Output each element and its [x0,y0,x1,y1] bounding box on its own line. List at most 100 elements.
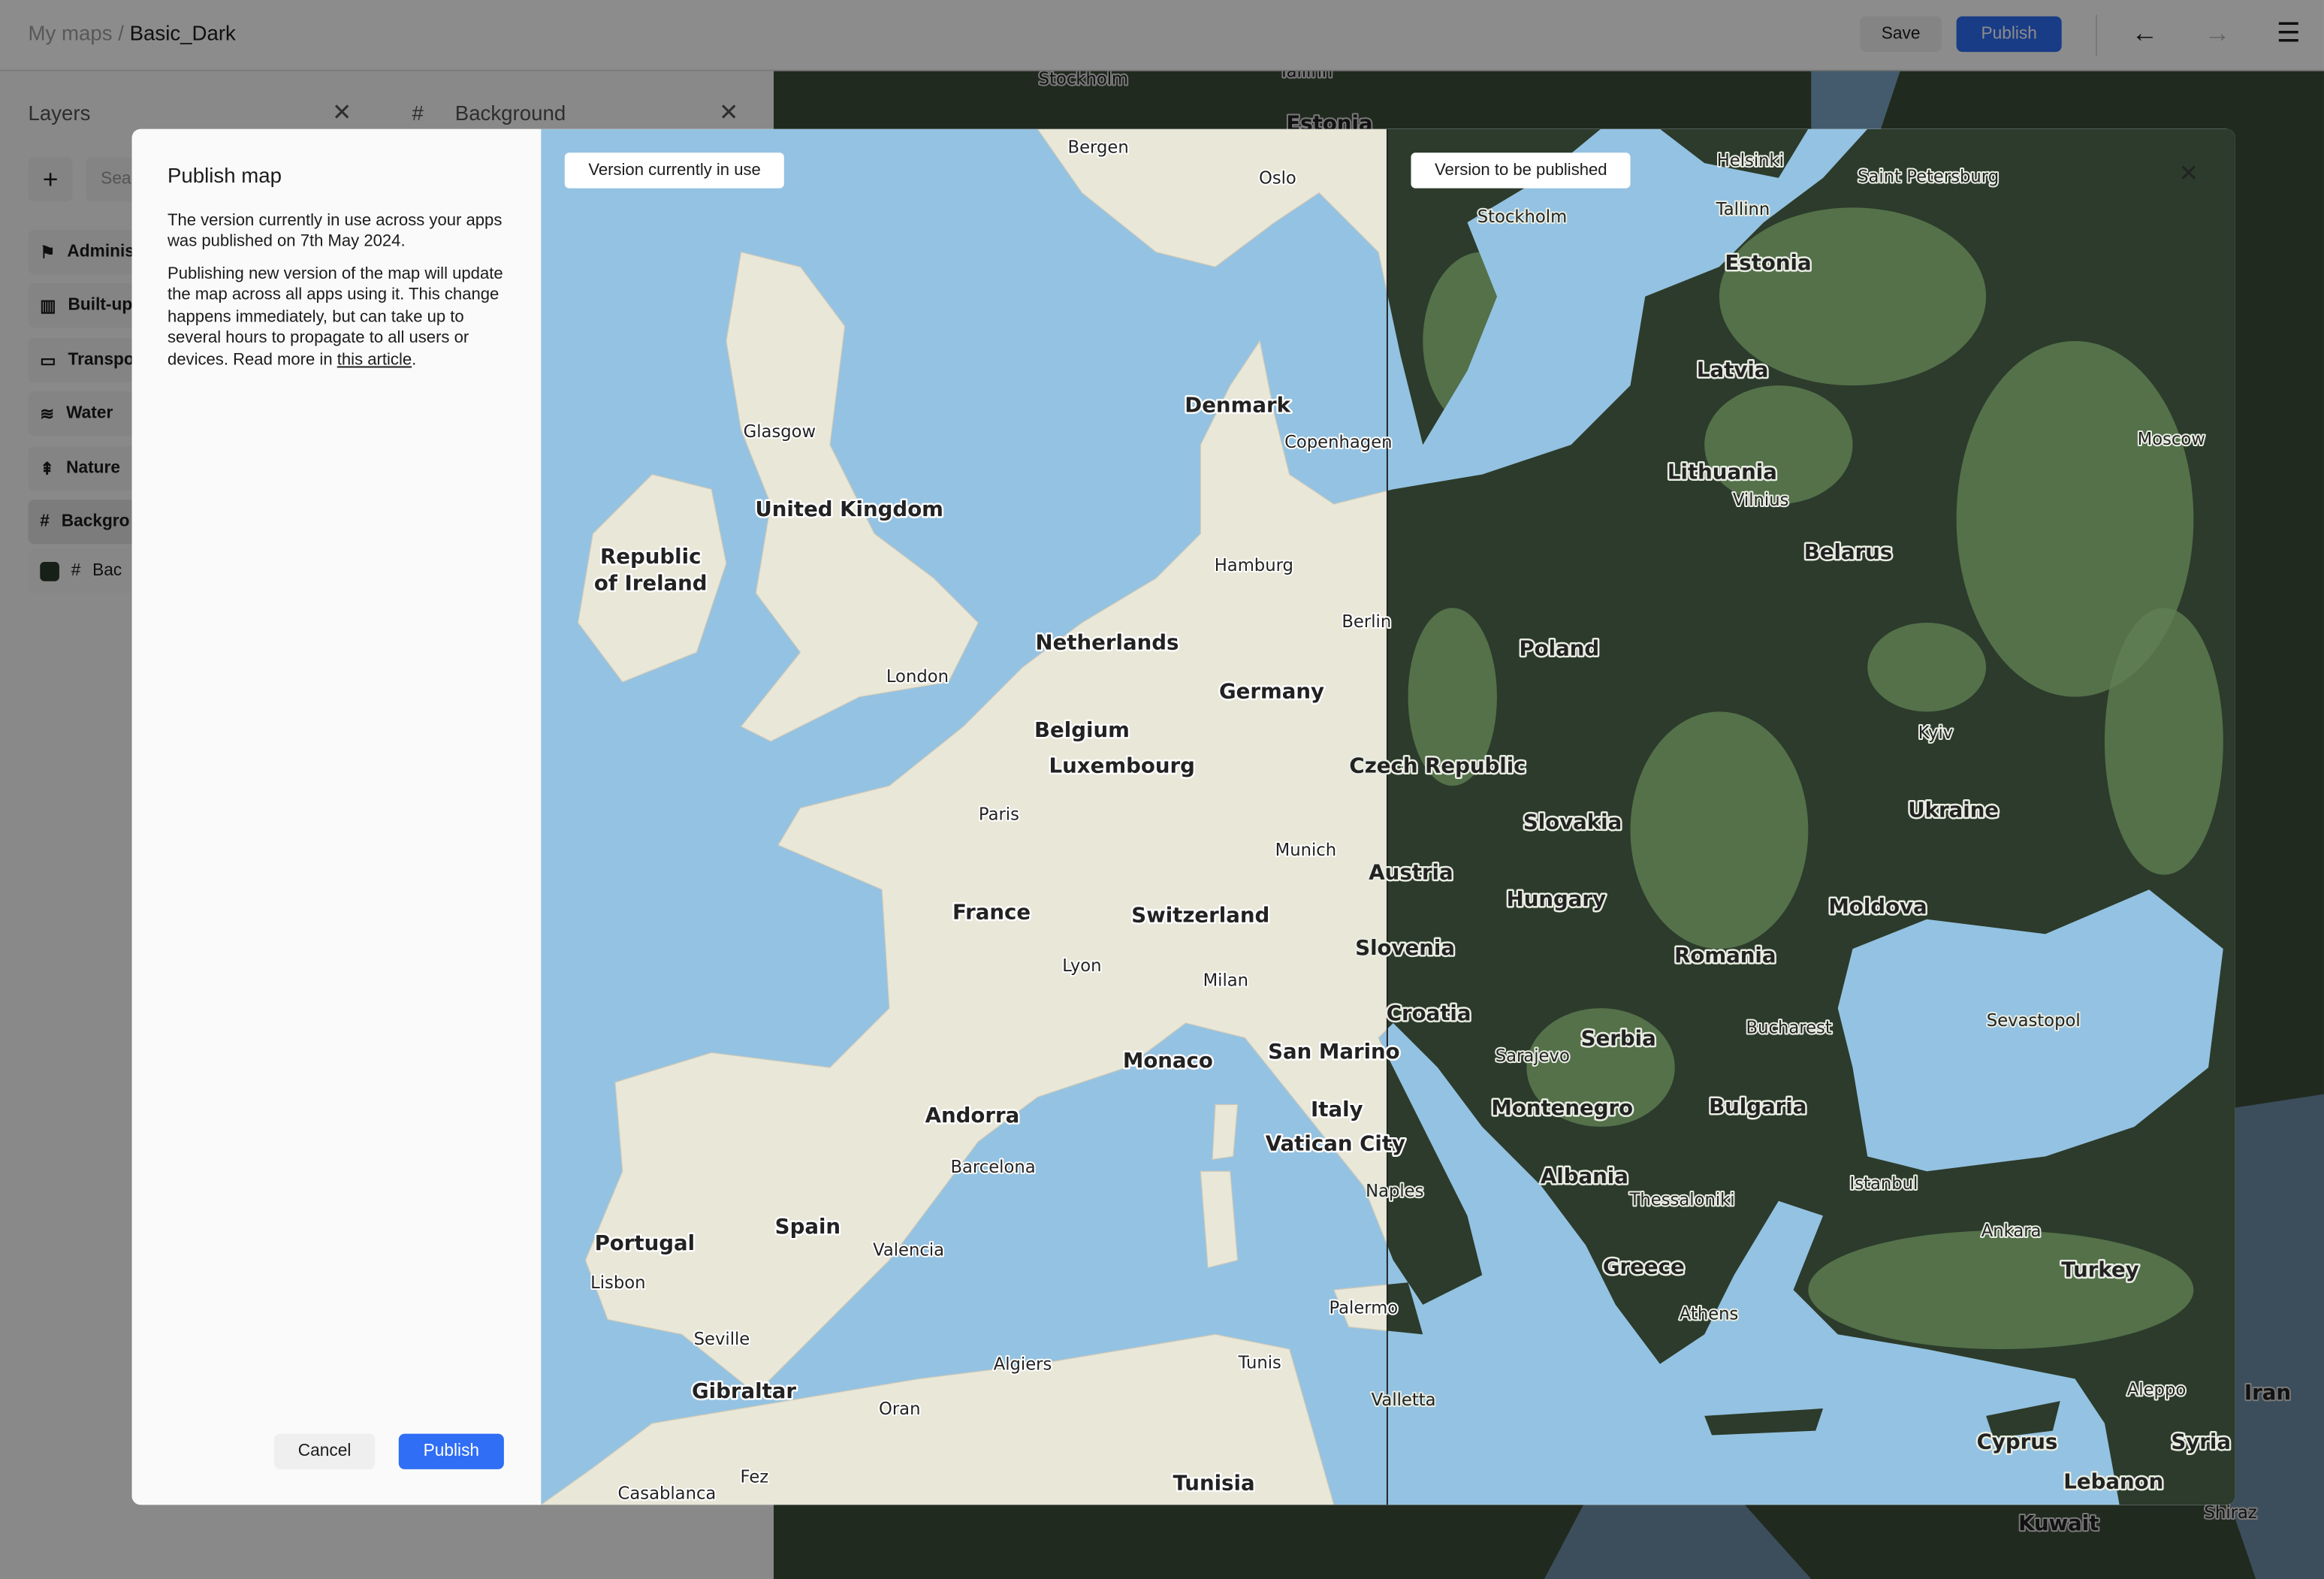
map-label: Oran [879,1399,920,1419]
map-label: Andorra [925,1103,1020,1128]
description-text: Publishing new version of the map will u… [167,265,503,369]
map-label: Moldova [1828,894,1927,919]
map-label: France [952,900,1031,925]
map-label: Ukraine [1908,798,1999,823]
map-label: Spain [775,1214,841,1239]
map-label: Republic [600,544,701,569]
map-label: Paris [979,805,1019,824]
map-label: Portugal [595,1230,696,1255]
map-label: Athens [1680,1305,1739,1324]
map-label: Bergen [1068,137,1129,157]
map-label: Gibraltar [692,1378,796,1403]
land-shape [1212,1103,1239,1161]
map-label: Ankara [1981,1221,2042,1241]
dialog-info-text: The version currently in use across your… [167,212,503,252]
map-label: Valencia [873,1241,944,1260]
map-label: Hamburg [1215,556,1293,575]
map-label: Albania [1541,1164,1628,1188]
map-label: Bucharest [1746,1019,1832,1038]
map-label: Monaco [1123,1048,1213,1073]
map-label: Cyprus [1977,1429,2058,1454]
map-label: Latvia [1697,357,1769,382]
map-label: Berlin [1342,612,1391,632]
map-label: San Marino [1268,1039,1400,1064]
publish-confirm-button[interactable]: Publish [398,1433,504,1469]
map-label: Lyon [1062,956,1101,976]
map-label: Milan [1203,971,1248,991]
description-end: . [412,351,417,369]
map-label: Lithuania [1668,460,1777,485]
map-label: Seville [694,1330,750,1349]
map-label: Kyiv [1918,723,1953,743]
map-label: Naples [1366,1182,1423,1201]
map-label: Stockholm [1477,207,1567,227]
map-label: Luxembourg [1049,753,1195,777]
publish-map-dialog: Publish map The version currently in use… [131,128,2235,1505]
map-label: Palermo [1329,1299,1398,1318]
map-label: Sevastopol [1987,1011,2081,1031]
map-label: Saint Petersburg [1858,168,1999,187]
map-label: Tunis [1238,1354,1281,1373]
app-window: My maps / Basic_Dark Save Publish ← → ☰ … [0,0,2324,1579]
article-link[interactable]: this article [337,351,412,369]
map-label: Belarus [1804,539,1893,564]
forest-area [1704,385,1853,505]
map-label: Barcelona [950,1158,1035,1177]
map-label: Hungary [1507,886,1606,911]
map-label: Vatican City [1266,1131,1405,1156]
map-label: Slovakia [1523,809,1622,834]
map-label: Munich [1275,841,1336,860]
map-label: Montenegro [1491,1095,1633,1120]
map-label: Tunisia [1173,1471,1255,1496]
map-label: Casablanca [618,1484,717,1503]
map-label: Istanbul [1850,1174,1918,1194]
map-label: Glasgow [744,422,816,442]
map-label: Netherlands [1036,629,1179,654]
map-label: Switzerland [1131,903,1269,928]
map-label: Serbia [1581,1025,1656,1050]
map-label: Fez [741,1468,769,1487]
map-label: Aleppo [2127,1380,2186,1399]
map-label: Romania [1674,943,1776,968]
map-label: Oslo [1259,169,1296,189]
map-label: Austria [1369,859,1453,884]
dialog-title: Publish map [167,163,282,187]
map-label: of Ireland [594,571,708,596]
forest-area [1630,711,1809,950]
map-label: Italy [1311,1097,1363,1122]
map-label: Czech Republic [1349,753,1526,777]
map-label: Lisbon [590,1273,645,1293]
map-label: Bulgaria [1709,1094,1806,1119]
dialog-description: Publishing new version of the map will u… [168,264,512,370]
map-label: Sarajevo [1496,1046,1570,1066]
map-label: Poland [1519,636,1599,660]
published-version-tag: Version to be published [1411,152,1631,189]
map-comparison[interactable]: Bergen Oslo Glasgow Denmark Copenhagen United… [541,128,2235,1505]
map-label: Copenhagen [1284,433,1392,452]
map-label: London [886,667,949,687]
map-label: Valletta [1372,1390,1436,1410]
map-label: Thessaloniki [1629,1191,1735,1210]
map-label: Algiers [994,1355,1052,1375]
map-label: Lebanon [2063,1469,2163,1494]
forest-area [1808,1230,2194,1350]
map-label: Slovenia [1355,935,1455,960]
map-label: Turkey [2061,1257,2138,1282]
map-label: Germany [1219,679,1324,704]
map-label: Denmark [1185,393,1290,418]
map-label: Greece [1603,1254,1685,1279]
cancel-button[interactable]: Cancel [274,1433,376,1469]
map-label: Tallinn [1716,200,1770,219]
current-version-tag: Version currently in use [564,152,785,189]
map-label: Croatia [1387,1001,1471,1025]
map-label: Belgium [1034,717,1130,742]
dialog-sidebar: Publish map The version currently in use… [131,128,542,1505]
map-label: Estonia [1725,250,1811,275]
map-label: United Kingdom [755,497,943,521]
map-label: Vilnius [1733,491,1789,510]
close-icon[interactable]: ✕ [2179,159,2199,186]
forest-area [2104,608,2223,875]
map-label: Helsinki [1717,151,1784,171]
comparison-map: Bergen Oslo Glasgow Denmark Copenhagen United… [541,128,2235,1505]
map-label: Syria [2171,1429,2231,1454]
